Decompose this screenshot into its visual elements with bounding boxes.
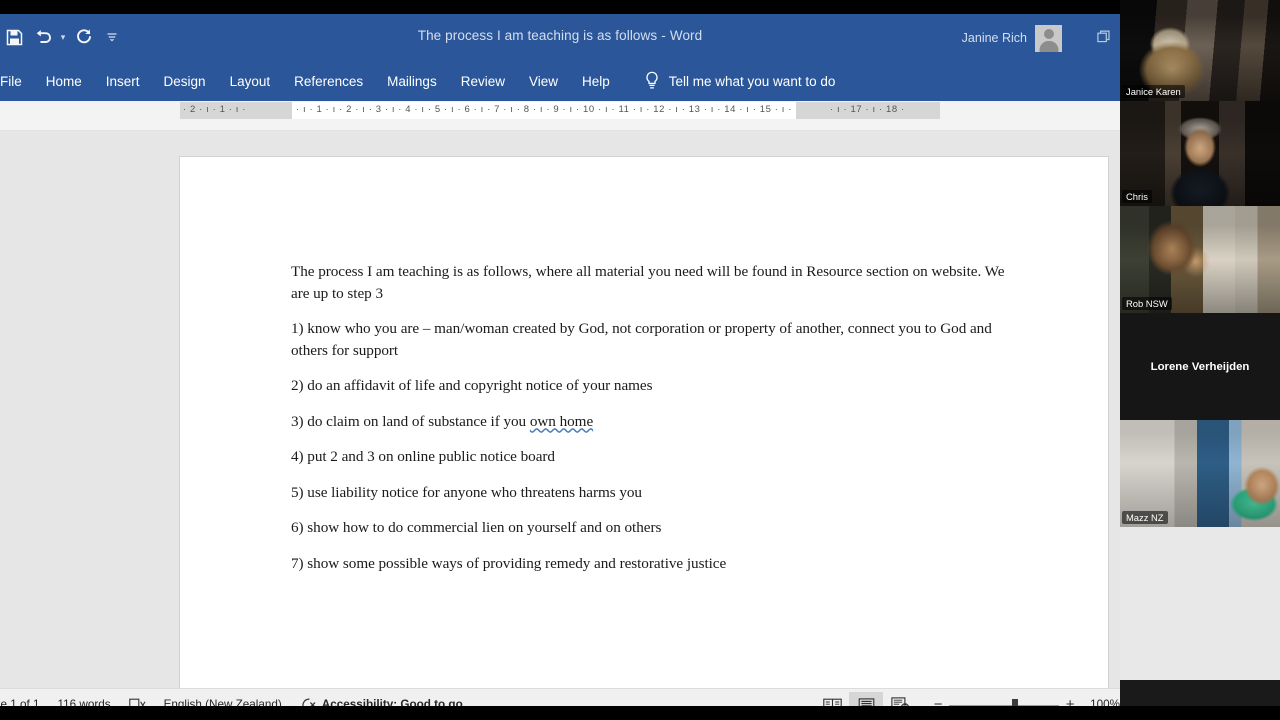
window-title: The process I am teaching is as follows -…: [0, 28, 1120, 43]
paragraph-step-3[interactable]: 3) do claim on land of substance if you …: [291, 411, 1023, 433]
tab-file[interactable]: File: [0, 61, 34, 101]
video-tile-mazz-nz[interactable]: Mazz NZ: [1120, 420, 1280, 527]
screen-root: ▾ The process I am teaching is as follow…: [0, 0, 1280, 720]
video-tile-rob-nsw[interactable]: Rob NSW: [1120, 206, 1280, 313]
accessibility-icon[interactable]: [291, 689, 320, 706]
tab-layout[interactable]: Layout: [218, 61, 283, 101]
tab-home[interactable]: Home: [34, 61, 94, 101]
zoom-out-button[interactable]: −: [927, 696, 949, 706]
user-avatar-icon[interactable]: [1035, 24, 1062, 52]
accessibility-status[interactable]: Accessibility: Good to go: [320, 689, 472, 706]
quick-access-toolbar[interactable]: ▾: [0, 22, 126, 52]
redo-icon[interactable]: [70, 23, 98, 51]
document-page[interactable]: The process I am teaching is as follows,…: [180, 157, 1108, 688]
paragraph-step-7[interactable]: 7) show some possible ways of providing …: [291, 553, 1023, 575]
tab-design[interactable]: Design: [152, 61, 218, 101]
page-count[interactable]: ge 1 of 1: [0, 689, 49, 706]
tab-references[interactable]: References: [282, 61, 375, 101]
tell-me-label: Tell me what you want to do: [668, 73, 836, 89]
participant-name-label: Mazz NZ: [1122, 511, 1168, 524]
word-count[interactable]: 116 words: [49, 689, 120, 706]
language-indicator[interactable]: English (New Zealand): [155, 689, 291, 706]
participant-name-label: Janice Karen: [1122, 85, 1185, 98]
document-scroll-area[interactable]: The process I am teaching is as follows,…: [0, 132, 1120, 688]
undo-icon[interactable]: [28, 23, 56, 51]
ruler-left-margin: · 2 · ı · 1 · ı ·: [180, 102, 292, 119]
paragraph-intro[interactable]: The process I am teaching is as follows,…: [291, 261, 1023, 304]
ruler-left-marks: · 2 · ı · 1 · ı ·: [183, 104, 246, 115]
zoom-in-button[interactable]: +: [1059, 696, 1081, 706]
account-area[interactable]: Janine Rich: [961, 24, 1062, 52]
step-3-text: 3) do claim on land of substance if you: [291, 412, 530, 430]
paragraph-step-5[interactable]: 5) use liability notice for anyone who t…: [291, 482, 1023, 504]
horizontal-ruler[interactable]: · 2 · ı · 1 · ı · · ı · 17 · ı · 18 · · …: [180, 102, 940, 119]
proofing-errors-icon[interactable]: [120, 689, 155, 706]
ruler-right-margin: · ı · 17 · ı · 18 ·: [796, 102, 940, 119]
paragraph-step-1[interactable]: 1) know who you are – man/woman created …: [291, 318, 1023, 361]
spelling-flagged-text[interactable]: own home: [530, 413, 593, 430]
paragraph-step-6[interactable]: 6) show how to do commercial lien on you…: [291, 517, 1023, 539]
tab-mailings[interactable]: Mailings: [375, 61, 449, 101]
video-participants-panel[interactable]: Janice Karen Chris Rob NSW Lorene Verhei…: [1120, 0, 1280, 720]
video-tile-lorene-verheijden[interactable]: Lorene Verheijden: [1120, 313, 1280, 420]
print-layout-view-button[interactable]: [849, 691, 884, 706]
zoom-slider-thumb[interactable]: [1012, 698, 1019, 706]
tab-help[interactable]: Help: [570, 61, 622, 101]
undo-dropdown-caret[interactable]: ▾: [56, 23, 70, 51]
save-icon[interactable]: [0, 23, 28, 51]
tell-me-search[interactable]: Tell me what you want to do: [644, 71, 836, 91]
top-black-bar: [0, 0, 1120, 14]
ribbon-tab-strip[interactable]: File Home Insert Design Layout Reference…: [0, 61, 1120, 101]
lightbulb-icon: [644, 71, 660, 91]
zoom-control[interactable]: − + 100%: [917, 696, 1120, 706]
restore-window-icon[interactable]: [1097, 30, 1110, 46]
bottom-black-bar: [0, 706, 1280, 720]
panel-empty-area: [1120, 527, 1280, 680]
title-bar: ▾ The process I am teaching is as follow…: [0, 14, 1120, 61]
tab-insert[interactable]: Insert: [94, 61, 152, 101]
paragraph-step-4[interactable]: 4) put 2 and 3 on online public notice b…: [291, 446, 1023, 468]
document-text-body[interactable]: The process I am teaching is as follows,…: [291, 261, 1023, 574]
tab-review[interactable]: Review: [449, 61, 517, 101]
title-separator: -: [661, 28, 666, 43]
web-layout-view-button[interactable]: [883, 692, 917, 706]
ruler-body-marks: · ı · 1 · ı · 2 · ı · 3 · ı · 4 · ı · 5 …: [296, 104, 792, 115]
status-bar-right: − + 100%: [815, 689, 1120, 706]
participant-name-label: Chris: [1122, 190, 1152, 203]
ruler-right-marks: · ı · 17 · ı · 18 ·: [830, 104, 905, 115]
zoom-level[interactable]: 100%: [1081, 698, 1120, 706]
tab-view[interactable]: View: [517, 61, 570, 101]
read-mode-view-button[interactable]: [815, 692, 849, 706]
document-title: The process I am teaching is as follows: [417, 28, 658, 43]
participant-name-label: Lorene Verheijden: [1150, 360, 1250, 373]
customize-qat-icon[interactable]: [98, 23, 126, 51]
status-bar: ge 1 of 1 116 words English (New Zealand…: [0, 688, 1120, 706]
paragraph-step-2[interactable]: 2) do an affidavit of life and copyright…: [291, 375, 1023, 397]
zoom-slider[interactable]: [949, 698, 1060, 706]
word-window: ▾ The process I am teaching is as follow…: [0, 14, 1120, 706]
video-tile-chris[interactable]: Chris: [1120, 101, 1280, 206]
video-tile-janice-karen[interactable]: Janice Karen: [1120, 0, 1280, 101]
ruler-bar[interactable]: · 2 · ı · 1 · ı · · ı · 17 · ı · 18 · · …: [0, 101, 1120, 220]
participant-name-label: Rob NSW: [1122, 297, 1172, 310]
account-name: Janine Rich: [961, 31, 1027, 45]
app-name: Word: [669, 28, 703, 43]
